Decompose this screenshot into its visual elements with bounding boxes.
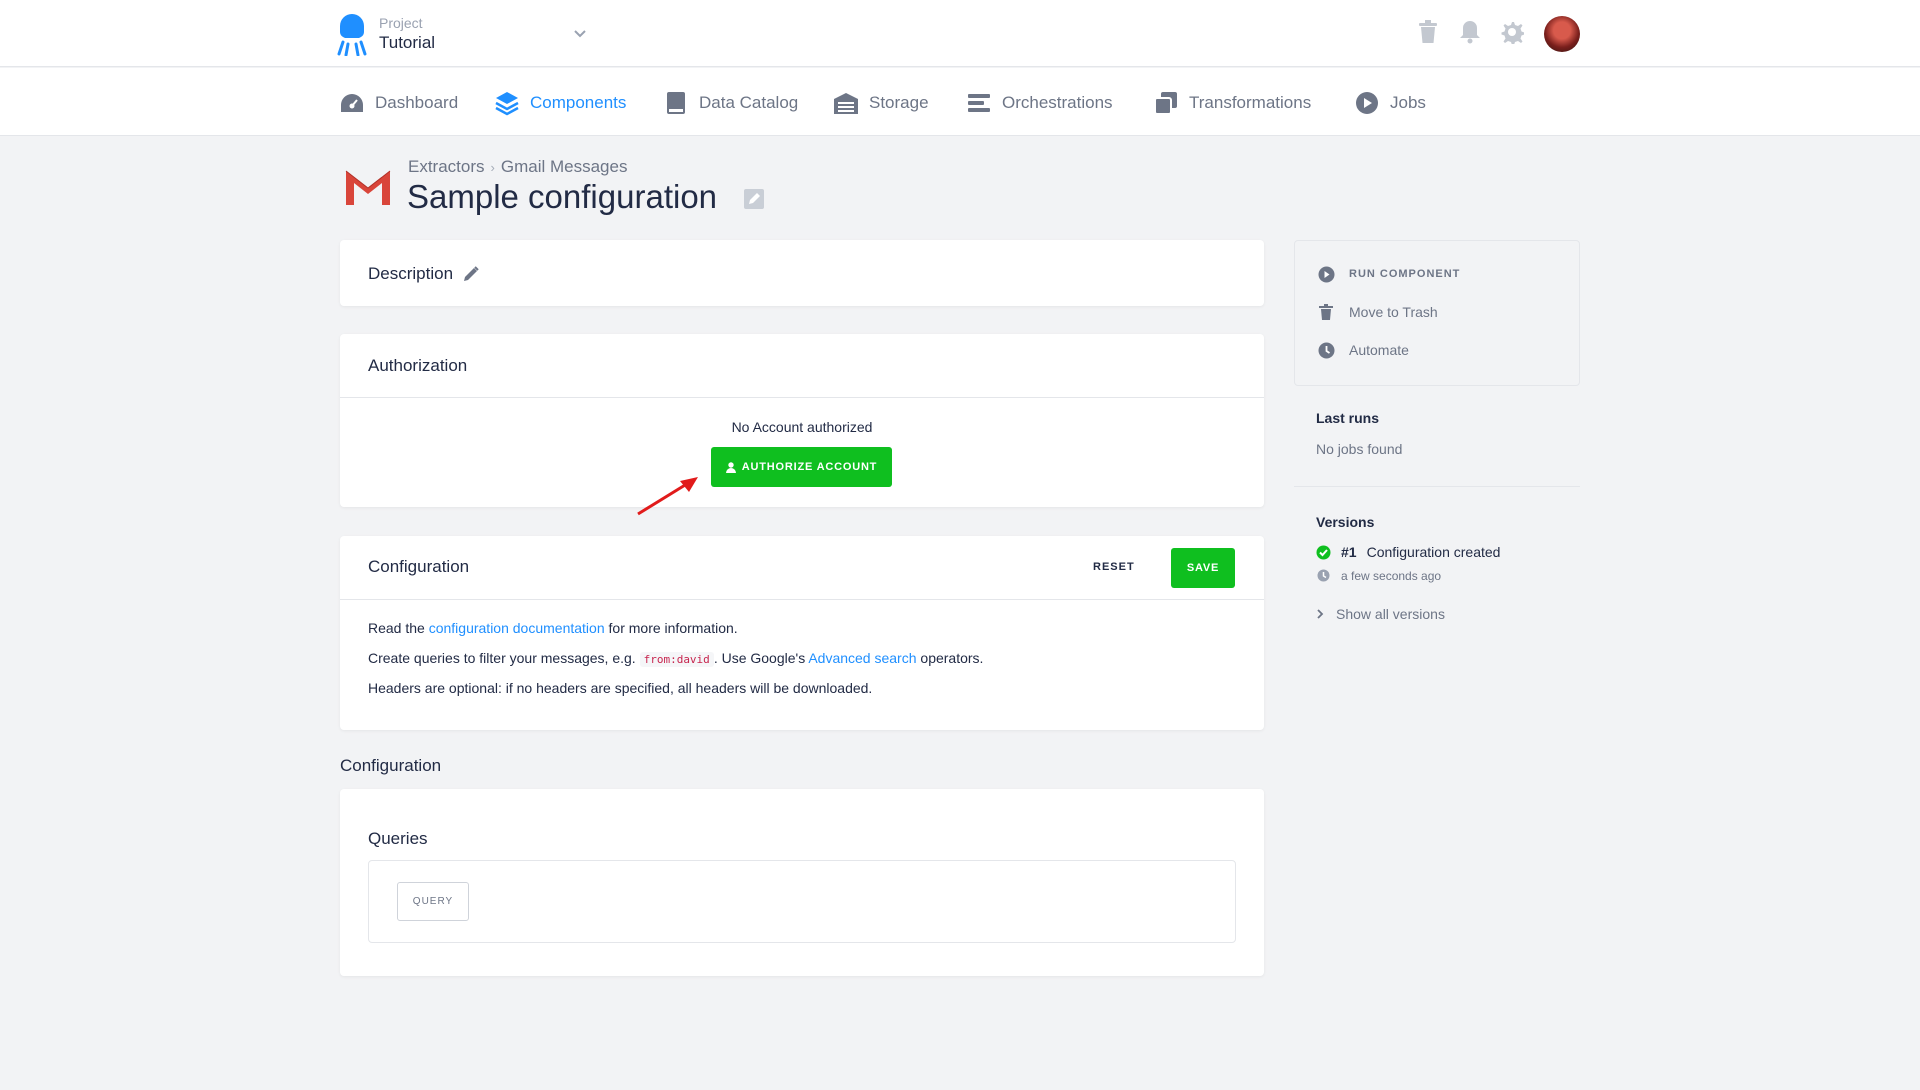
reset-button[interactable]: RESET [1093, 561, 1135, 573]
play-circle-icon [1317, 265, 1335, 283]
breadcrumb: Extractors › Gmail Messages [408, 157, 627, 177]
check-circle-icon [1316, 545, 1331, 560]
project-name: Tutorial [379, 33, 435, 53]
automate-label: Automate [1349, 342, 1409, 358]
card-divider [340, 397, 1264, 398]
nav-label: Data Catalog [699, 93, 798, 113]
page-title: Sample configuration [407, 178, 717, 216]
config-doc-line: Read the configuration documentation for… [368, 620, 738, 636]
layers-icon [494, 90, 520, 116]
move-to-trash-label: Move to Trash [1349, 304, 1438, 320]
text-span: operators. [920, 650, 983, 666]
last-runs-title: Last runs [1316, 410, 1379, 426]
clock-icon [1316, 568, 1331, 583]
add-query-button[interactable]: QUERY [397, 882, 469, 921]
play-circle-icon [1354, 90, 1380, 116]
red-arrow-annotation-icon [636, 474, 702, 518]
trash-icon[interactable] [1414, 18, 1442, 46]
edit-title-icon[interactable] [744, 189, 764, 209]
project-label: Project [379, 15, 435, 31]
version-time-row: a few seconds ago [1316, 568, 1441, 583]
query-example-code: from:david [640, 652, 714, 667]
nav-item-dashboard[interactable]: Dashboard [339, 90, 458, 116]
project-switcher[interactable]: Project Tutorial [379, 15, 435, 53]
pencil-icon[interactable] [462, 265, 480, 283]
user-avatar[interactable] [1544, 16, 1580, 52]
version-number: #1 [1341, 544, 1357, 560]
text-span: Create queries to filter your messages, … [368, 650, 636, 666]
actions-panel: RUN COMPONENT Move to Trash Automate [1294, 240, 1580, 386]
queries-card: Queries QUERY [340, 789, 1264, 976]
advanced-search-link[interactable]: Advanced search [808, 650, 916, 666]
book-icon [663, 90, 689, 116]
breadcrumb-gmail-messages[interactable]: Gmail Messages [501, 157, 628, 176]
top-actions [1414, 18, 1526, 46]
chevron-down-icon[interactable] [572, 25, 588, 41]
copy-icon [1153, 90, 1179, 116]
sidebar-divider [1294, 486, 1580, 487]
list-icon [966, 90, 992, 116]
configuration-title: Configuration [368, 557, 469, 577]
authorize-account-button[interactable]: AUTHORIZE ACCOUNT [711, 447, 892, 487]
nav-label: Dashboard [375, 93, 458, 113]
run-component-button[interactable]: RUN COMPONENT [1317, 265, 1460, 283]
show-all-versions-label: Show all versions [1336, 606, 1445, 622]
nav-label: Orchestrations [1002, 93, 1113, 113]
configuration-documentation-link[interactable]: configuration documentation [429, 620, 605, 636]
breadcrumb-separator-icon: › [491, 160, 495, 175]
show-all-versions-link[interactable]: Show all versions [1316, 606, 1445, 622]
config-headers-line: Headers are optional: if no headers are … [368, 680, 872, 696]
queries-title: Queries [368, 829, 428, 849]
nav-item-components[interactable]: Components [494, 90, 626, 116]
clock-icon [1317, 341, 1335, 359]
version-description: Configuration created [1367, 544, 1501, 560]
configuration-section-title: Configuration [340, 756, 441, 776]
trash-icon [1317, 303, 1335, 321]
top-bar: Project Tutorial [0, 0, 1920, 67]
breadcrumb-extractors[interactable]: Extractors [408, 157, 485, 176]
nav-item-transformations[interactable]: Transformations [1153, 90, 1311, 116]
version-time: a few seconds ago [1341, 569, 1441, 583]
save-button[interactable]: SAVE [1171, 548, 1235, 588]
text-span: Read the [368, 620, 425, 636]
last-runs-empty-text: No jobs found [1316, 441, 1402, 457]
nav-label: Components [530, 93, 626, 113]
nav-label: Storage [869, 93, 929, 113]
bell-icon[interactable] [1456, 18, 1484, 46]
user-icon [726, 462, 736, 473]
nav-item-storage[interactable]: Storage [833, 90, 929, 116]
main-nav: Dashboard Components Data Catalog Storag… [0, 68, 1920, 136]
nav-item-data-catalog[interactable]: Data Catalog [663, 90, 798, 116]
chevron-right-icon [1316, 608, 1324, 620]
authorization-card: Authorization No Account authorized AUTH… [340, 334, 1264, 507]
nav-item-orchestrations[interactable]: Orchestrations [966, 90, 1113, 116]
dashboard-gauge-icon [339, 90, 365, 116]
nav-label: Jobs [1390, 93, 1426, 113]
move-to-trash-button[interactable]: Move to Trash [1317, 303, 1438, 321]
description-label: Description [368, 264, 453, 284]
queries-container: QUERY [368, 860, 1236, 943]
card-divider [340, 599, 1264, 600]
warehouse-icon [833, 90, 859, 116]
nav-item-jobs[interactable]: Jobs [1354, 90, 1426, 116]
configuration-card: Configuration RESET SAVE Read the config… [340, 536, 1264, 730]
text-span: . Use Google's [714, 650, 805, 666]
automate-button[interactable]: Automate [1317, 341, 1409, 359]
authorize-account-label: AUTHORIZE ACCOUNT [742, 461, 877, 473]
version-item[interactable]: #1 Configuration created [1316, 544, 1500, 560]
nav-label: Transformations [1189, 93, 1311, 113]
config-query-line: Create queries to filter your messages, … [368, 650, 983, 666]
octopus-logo-icon[interactable] [337, 12, 367, 56]
no-account-message: No Account authorized [340, 419, 1264, 435]
versions-title: Versions [1316, 514, 1374, 530]
text-span: for more information. [609, 620, 738, 636]
description-card[interactable]: Description [340, 240, 1264, 306]
run-component-label: RUN COMPONENT [1349, 268, 1460, 280]
gear-icon[interactable] [1498, 18, 1526, 46]
gmail-logo-icon [344, 167, 392, 207]
authorization-title: Authorization [368, 356, 467, 376]
